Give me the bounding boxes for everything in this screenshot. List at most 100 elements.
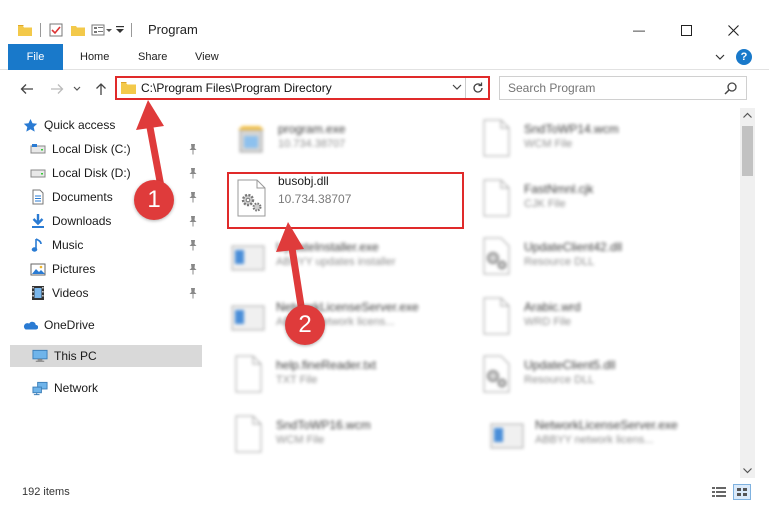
tab-view[interactable]: View <box>187 44 227 70</box>
file-item[interactable]: NetworkLicenseServer.exe ABBYY network l… <box>230 292 480 342</box>
pin-icon[interactable] <box>188 215 198 227</box>
refresh-icon <box>473 82 483 93</box>
close-button[interactable] <box>713 16 753 44</box>
minimize-icon: — <box>633 23 645 37</box>
file-description: 10.734.38707 <box>278 138 346 150</box>
blank-file-icon <box>478 296 514 336</box>
nav-quick-access[interactable]: Quick access <box>22 114 214 136</box>
search-icon[interactable] <box>724 81 738 95</box>
expand-ribbon-button[interactable] <box>713 50 727 64</box>
details-view-button[interactable] <box>711 486 727 498</box>
pin-icon[interactable] <box>188 239 198 251</box>
quick-access-toolbar <box>18 20 138 40</box>
vertical-scrollbar[interactable] <box>740 108 755 478</box>
scrollbar-thumb[interactable] <box>742 126 753 176</box>
nav-label: OneDrive <box>44 318 95 332</box>
file-name: SndToWP14.wcm <box>524 122 619 136</box>
file-list: program.exe 10.734.38707 SndToWP14.wcm W… <box>205 108 740 478</box>
ribbon-tabs: File Home Share View ? <box>0 44 769 70</box>
nav-local-disk-c[interactable]: Local Disk (C:) <box>30 138 202 160</box>
file-description: WCM File <box>524 138 573 150</box>
tiles-view-button[interactable] <box>733 484 751 500</box>
pin-icon[interactable] <box>188 287 198 299</box>
step-number: 2 <box>298 311 312 338</box>
file-item[interactable]: UpdateClient5.dll Resource DLL <box>478 350 728 400</box>
file-name: help.fineReader.txt <box>276 358 377 372</box>
maximize-button[interactable] <box>666 16 706 44</box>
star-icon <box>22 117 38 133</box>
file-description: CJK File <box>524 198 566 210</box>
nav-label: Local Disk (D:) <box>52 166 131 180</box>
file-name: UpdateClient42.dll <box>524 240 623 254</box>
file-description: Resource DLL <box>524 374 595 386</box>
search-input[interactable] <box>508 80 708 96</box>
maximize-icon <box>680 24 692 36</box>
file-description: ABBYY updates installer <box>276 256 396 268</box>
refresh-button[interactable] <box>471 81 485 95</box>
window-title: Program <box>148 22 198 37</box>
nav-label: This PC <box>54 349 97 363</box>
pin-icon[interactable] <box>188 263 198 275</box>
back-button[interactable] <box>16 78 38 100</box>
file-item[interactable]: help.fineReader.txt TXT File <box>230 350 480 400</box>
up-button[interactable] <box>90 78 112 100</box>
navigation-bar: C:\Program Files\Program Directory <box>0 70 769 108</box>
properties-icon[interactable] <box>49 23 63 37</box>
dropdown-arrow-icon[interactable] <box>115 25 125 35</box>
file-description: ABBYY network licens... <box>535 434 654 446</box>
file-item[interactable]: SndToWP14.wcm WCM File <box>478 114 728 164</box>
forward-button[interactable] <box>46 78 68 100</box>
step-number: 1 <box>147 186 161 213</box>
file-item[interactable]: SndToWP16.wcm WCM File <box>230 410 480 460</box>
nav-local-disk-d[interactable]: Local Disk (D:) <box>30 162 202 184</box>
pin-icon[interactable] <box>188 167 198 179</box>
file-name: FastNmnl.cjk <box>524 182 594 196</box>
nav-videos[interactable]: Videos <box>30 282 202 304</box>
folder-icon[interactable] <box>18 24 32 36</box>
file-name: UpdateInstaller.exe <box>276 240 379 254</box>
nav-pictures[interactable]: Pictures <box>30 258 202 280</box>
nav-label: Downloads <box>52 214 112 228</box>
app-window-icon <box>230 296 266 336</box>
tab-file[interactable]: File <box>8 44 63 70</box>
nav-onedrive[interactable]: OneDrive <box>22 314 202 336</box>
app-window-icon <box>230 236 266 276</box>
pictures-icon <box>30 261 46 277</box>
dll-gear-icon <box>478 354 514 394</box>
step-1-badge: 1 <box>134 180 174 220</box>
recent-locations-button[interactable] <box>70 78 84 100</box>
customize-toolbar-icon[interactable] <box>91 23 113 37</box>
nav-music[interactable]: Music <box>30 234 202 256</box>
forward-arrow-icon <box>51 84 64 94</box>
nav-label: Network <box>54 381 99 395</box>
address-bar[interactable]: C:\Program Files\Program Directory <box>115 76 490 100</box>
nav-documents[interactable]: Documents <box>30 186 202 208</box>
tab-home[interactable]: Home <box>72 44 117 70</box>
new-folder-icon[interactable] <box>71 24 85 36</box>
file-name: SndToWP16.wcm <box>276 418 371 432</box>
tab-share[interactable]: Share <box>130 44 175 70</box>
pin-icon[interactable] <box>188 191 198 203</box>
nav-this-pc[interactable]: This PC <box>10 345 202 367</box>
file-item[interactable]: UpdateInstaller.exe ABBYY updates instal… <box>230 232 480 282</box>
file-name: Arabic.wrd <box>524 300 581 314</box>
nav-label: Local Disk (C:) <box>52 142 131 156</box>
nav-label: Documents <box>52 190 113 204</box>
nav-downloads[interactable]: Downloads <box>30 210 202 232</box>
address-history-button[interactable] <box>452 84 462 91</box>
scroll-down-icon[interactable] <box>743 468 752 474</box>
minimize-button[interactable]: — <box>619 16 659 44</box>
file-item[interactable]: NetworkLicenseServer.exe ABBYY network l… <box>489 410 739 460</box>
help-button[interactable]: ? <box>736 49 752 65</box>
file-item[interactable]: Arabic.wrd WRD File <box>478 292 728 342</box>
chevron-down-icon <box>73 86 81 91</box>
file-item[interactable]: FastNmnl.cjk CJK File <box>478 174 728 224</box>
scroll-up-icon[interactable] <box>743 112 752 118</box>
file-item[interactable]: UpdateClient42.dll Resource DLL <box>478 232 728 282</box>
file-description: Resource DLL <box>524 256 595 268</box>
dll-gear-icon <box>478 236 514 276</box>
nav-network[interactable]: Network <box>32 377 202 399</box>
file-item[interactable]: program.exe 10.734.38707 <box>232 114 482 164</box>
up-arrow-icon <box>96 83 106 95</box>
pin-icon[interactable] <box>188 143 198 155</box>
